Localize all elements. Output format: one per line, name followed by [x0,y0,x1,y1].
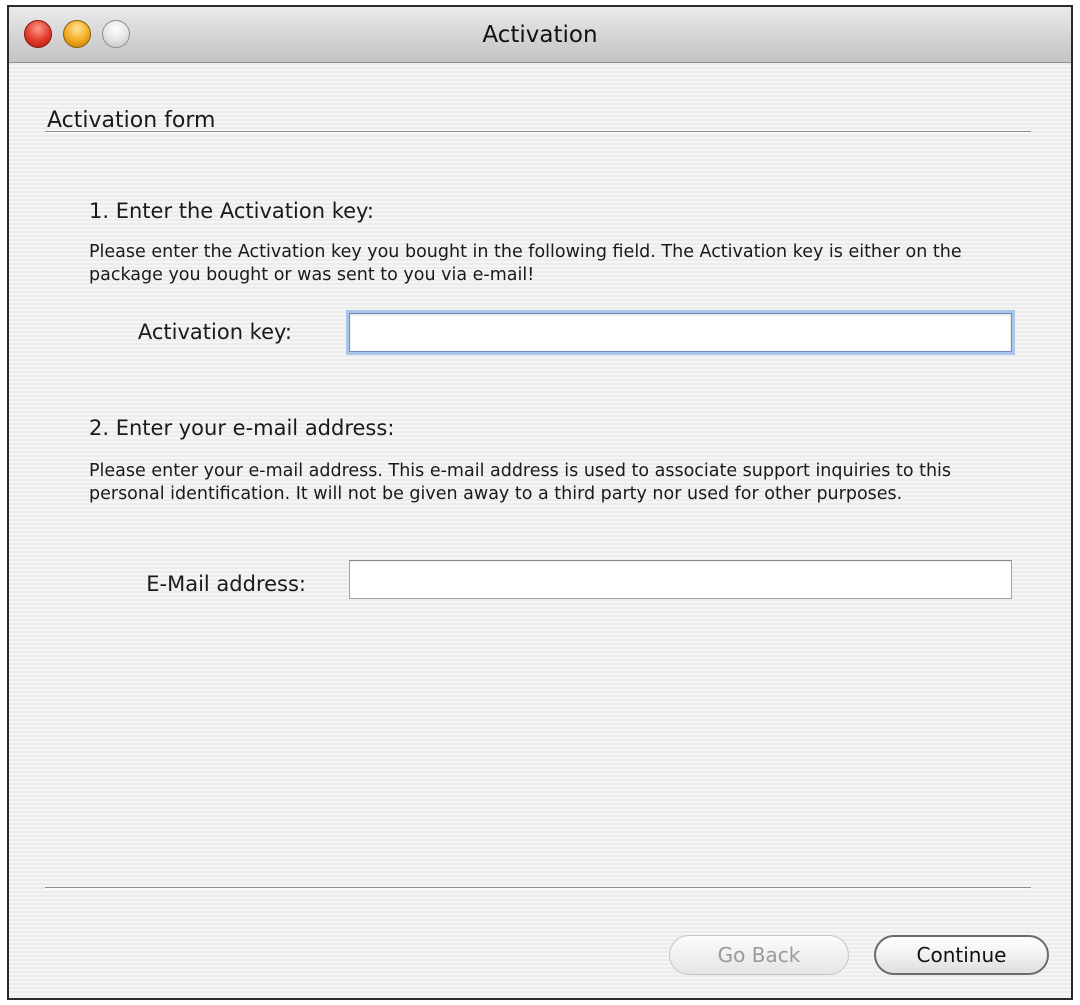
step1-heading: 1. Enter the Activation key: [89,199,375,223]
continue-button[interactable]: Continue [874,935,1049,975]
step2-description: Please enter your e-mail address. This e… [89,461,952,504]
section-title: Activation form [47,108,216,133]
email-address-input[interactable] [349,560,1012,599]
activation-window: Activation Activation form 1. Enter the … [7,5,1073,1000]
email-address-label: E-Mail address: [146,572,306,596]
window-title: Activation [482,22,598,48]
title-bar[interactable]: Activation [9,7,1071,63]
section-divider-bottom [45,887,1031,889]
step1-description: Please enter the Activation key you boug… [89,242,962,285]
activation-key-input[interactable] [349,313,1012,352]
go-back-button[interactable]: Go Back [669,935,849,975]
section-divider-top [45,131,1031,133]
step2-heading: 2. Enter your e-mail address: [89,416,395,440]
activation-key-label: Activation key: [137,320,292,344]
